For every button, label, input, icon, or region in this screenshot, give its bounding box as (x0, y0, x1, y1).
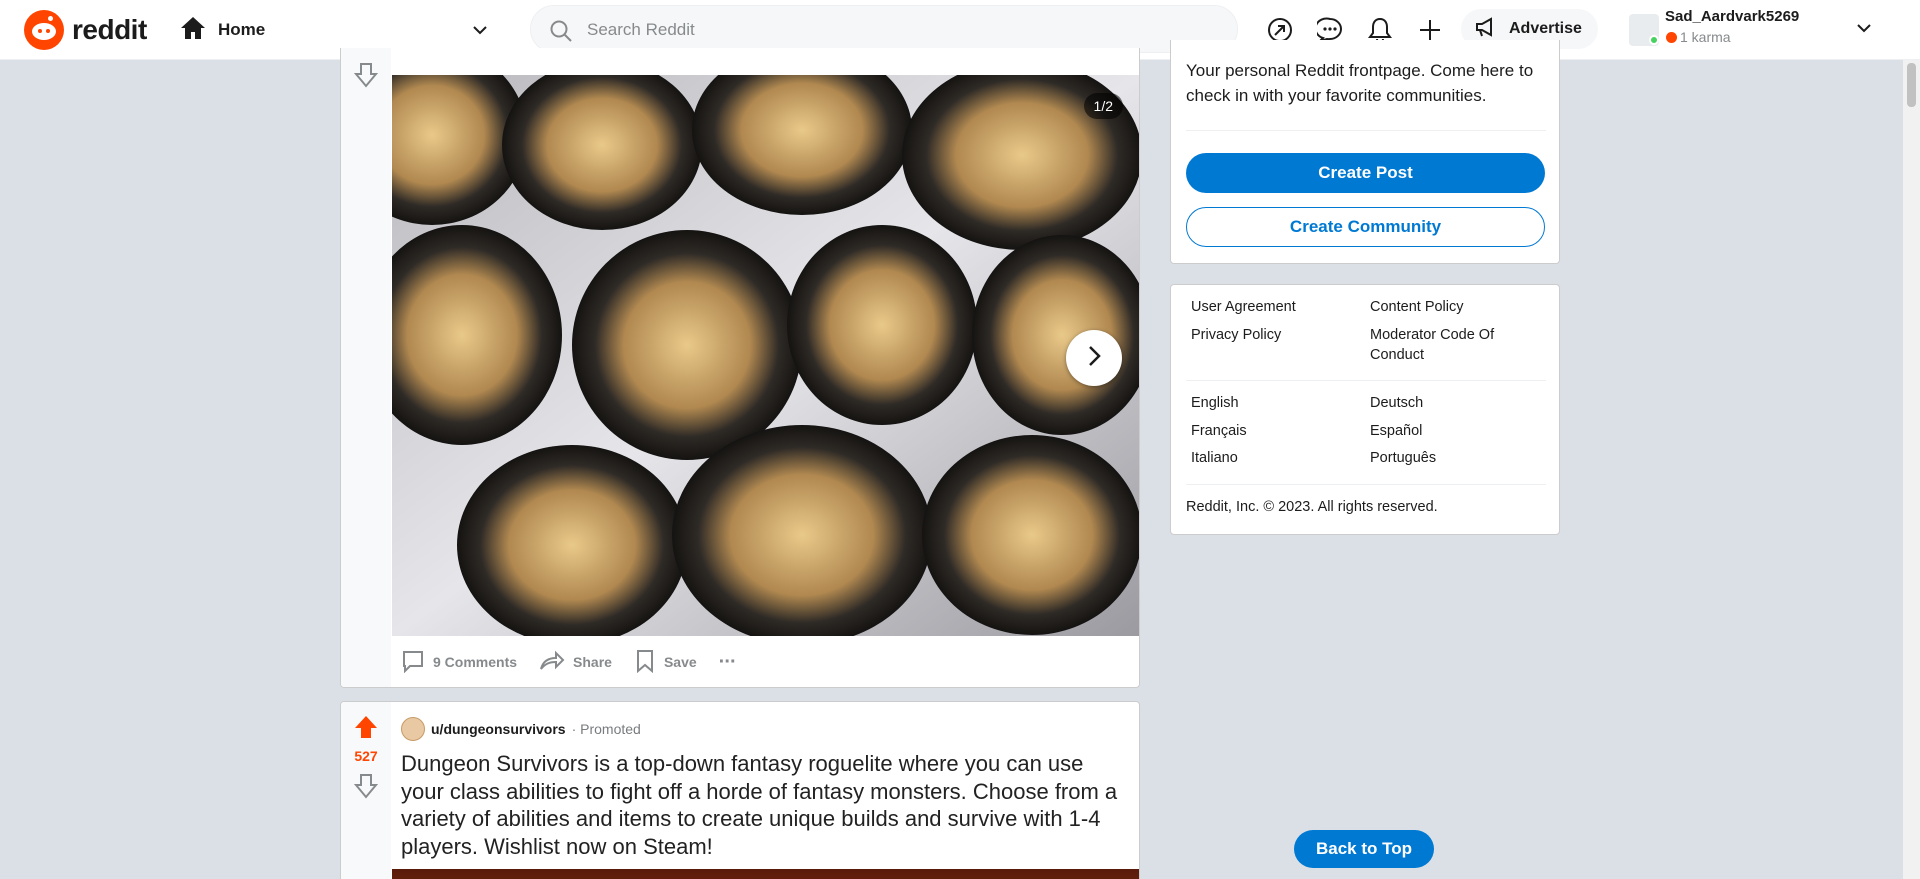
comments-count: 9 Comments (433, 654, 518, 670)
privacy-policy-link[interactable]: Privacy Policy (1191, 325, 1281, 345)
create-post-button[interactable]: Create Post (1186, 153, 1545, 193)
promoted-post-card[interactable]: 527 u/dungeonsurvivors · Promoted Dungeo… (340, 701, 1140, 879)
moderator-code-link[interactable]: Moderator Code Of Conduct (1370, 325, 1530, 365)
post-image-gallery[interactable]: 1/2 (392, 75, 1139, 636)
upvote-icon[interactable] (353, 714, 379, 745)
page-scrollbar[interactable] (1903, 60, 1920, 879)
reddit-wordmark: reddit (72, 14, 147, 45)
share-icon (539, 649, 565, 676)
divider (1186, 380, 1546, 381)
footer-links-card: User Agreement Content Policy Privacy Po… (1170, 284, 1560, 535)
search-bar[interactable] (530, 5, 1238, 53)
create-community-button[interactable]: Create Community (1186, 207, 1545, 247)
save-button[interactable]: Save (634, 649, 697, 676)
karma-count: 1 karma (1680, 29, 1731, 45)
chevron-down-icon (1856, 20, 1872, 41)
karma-icon (1666, 32, 1677, 43)
home-card: Your personal Reddit frontpage. Come her… (1170, 40, 1560, 264)
gallery-next-button[interactable] (1066, 330, 1122, 386)
home-feed-selector[interactable]: Home (180, 12, 500, 48)
post-actions: 9 Comments Share Save ··· (401, 644, 737, 680)
chevron-down-icon (472, 22, 488, 43)
megaphone-icon (1475, 16, 1497, 42)
reddit-logo[interactable]: reddit (24, 10, 147, 50)
back-to-top-button[interactable]: Back to Top (1294, 830, 1434, 868)
divider (1186, 484, 1546, 485)
downvote-icon[interactable] (353, 62, 379, 93)
post-title[interactable]: Dungeon Survivors is a top-down fantasy … (401, 750, 1131, 860)
user-agreement-link[interactable]: User Agreement (1191, 297, 1296, 317)
post-author-line: u/dungeonsurvivors · Promoted (401, 717, 641, 741)
comments-button[interactable]: 9 Comments (401, 649, 517, 676)
post-card[interactable]: 1/2 9 Comments Share Save ··· (340, 48, 1140, 688)
language-portugues[interactable]: Português (1370, 448, 1436, 468)
downvote-icon[interactable] (353, 773, 379, 804)
chevron-right-icon (1084, 344, 1104, 373)
copyright-text: Reddit, Inc. © 2023. All rights reserved… (1186, 499, 1438, 515)
comment-icon (401, 649, 425, 676)
more-options-button[interactable]: ··· (718, 650, 737, 674)
home-label: Home (218, 20, 266, 39)
scrollbar-thumb[interactable] (1907, 63, 1916, 107)
user-menu[interactable]: Sad_Aardvark5269 1 karma (1628, 8, 1871, 52)
more-options-icon: ··· (718, 650, 737, 673)
language-deutsch[interactable]: Deutsch (1370, 393, 1423, 413)
language-espanol[interactable]: Español (1370, 421, 1422, 441)
search-icon (549, 19, 573, 48)
vote-column (341, 48, 391, 687)
author-username[interactable]: u/dungeonsurvivors (431, 721, 566, 737)
advertise-label: Advertise (1509, 20, 1582, 37)
save-label: Save (663, 654, 697, 670)
reddit-snoo-icon (24, 10, 64, 50)
promoted-label: · Promoted (571, 721, 641, 737)
divider (1186, 130, 1546, 131)
username: Sad_Aardvark5269 (1665, 8, 1800, 25)
home-icon (180, 16, 206, 45)
home-description: Your personal Reddit frontpage. Come her… (1186, 61, 1534, 105)
share-label: Share (573, 654, 612, 670)
vote-column: 527 (341, 702, 391, 879)
language-francais[interactable]: Français (1191, 421, 1247, 441)
sea-urchin-image (392, 75, 1139, 636)
share-button[interactable]: Share (539, 649, 612, 676)
author-avatar[interactable] (401, 717, 425, 741)
content-policy-link[interactable]: Content Policy (1370, 297, 1464, 317)
gallery-counter: 1/2 (1083, 93, 1123, 119)
bookmark-icon (634, 649, 656, 676)
promoted-post-image[interactable] (392, 869, 1139, 879)
online-status-icon (1649, 35, 1659, 45)
language-italiano[interactable]: Italiano (1191, 448, 1238, 468)
language-english[interactable]: English (1191, 393, 1239, 413)
vote-score: 527 (354, 748, 378, 764)
search-input[interactable] (587, 18, 1187, 42)
